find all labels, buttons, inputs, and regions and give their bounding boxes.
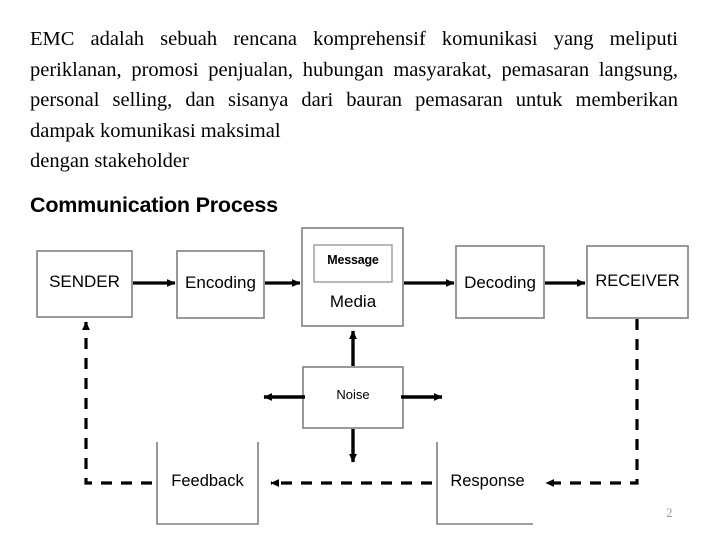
node-label-response: Response [450, 472, 525, 490]
node-label-message: Message [327, 253, 379, 267]
node-label-sender: SENDER [49, 272, 120, 291]
node-label-media: Media [329, 292, 377, 311]
node-label-feedback: Feedback [171, 472, 244, 490]
node-label-receiver: RECEIVER [595, 272, 680, 290]
arrow-feedback-to-sender [82, 321, 152, 485]
node-label-noise: Noise [336, 387, 370, 402]
node-label-decoding: Decoding [464, 273, 536, 292]
arrow-receiver-to-response [545, 319, 639, 487]
communication-process-diagram: SENDER Encoding Message Media Decoding R… [0, 0, 720, 540]
page-number: 2 [666, 505, 673, 520]
slide-content: EMC adalah sebuah rencana komprehensif k… [0, 0, 720, 540]
node-label-encoding: Encoding [185, 273, 256, 292]
diagram-canvas [36, 227, 689, 525]
